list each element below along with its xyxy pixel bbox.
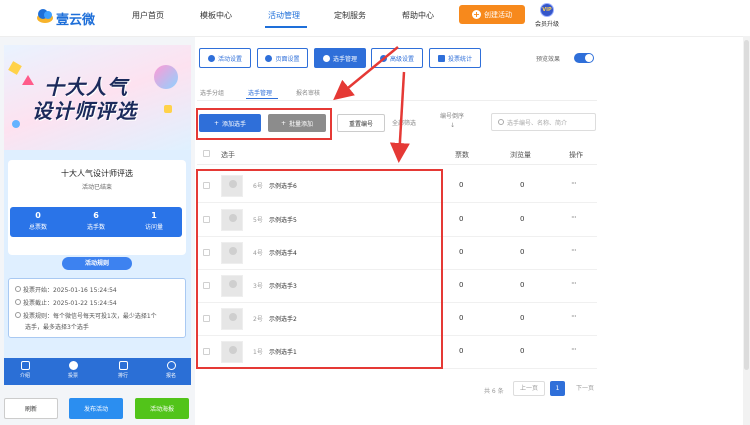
- arrow-to-buttons: [333, 46, 399, 101]
- arrow-to-table: [389, 71, 410, 163]
- scrollbar-thumb[interactable]: [744, 40, 749, 370]
- annotation-arrows: [333, 46, 410, 163]
- pagination-total: 共 6 条: [484, 388, 504, 395]
- prev-page-button[interactable]: 上一页: [513, 381, 545, 396]
- page-1-button[interactable]: 1: [550, 381, 565, 396]
- next-page-button[interactable]: 下一页: [570, 381, 600, 396]
